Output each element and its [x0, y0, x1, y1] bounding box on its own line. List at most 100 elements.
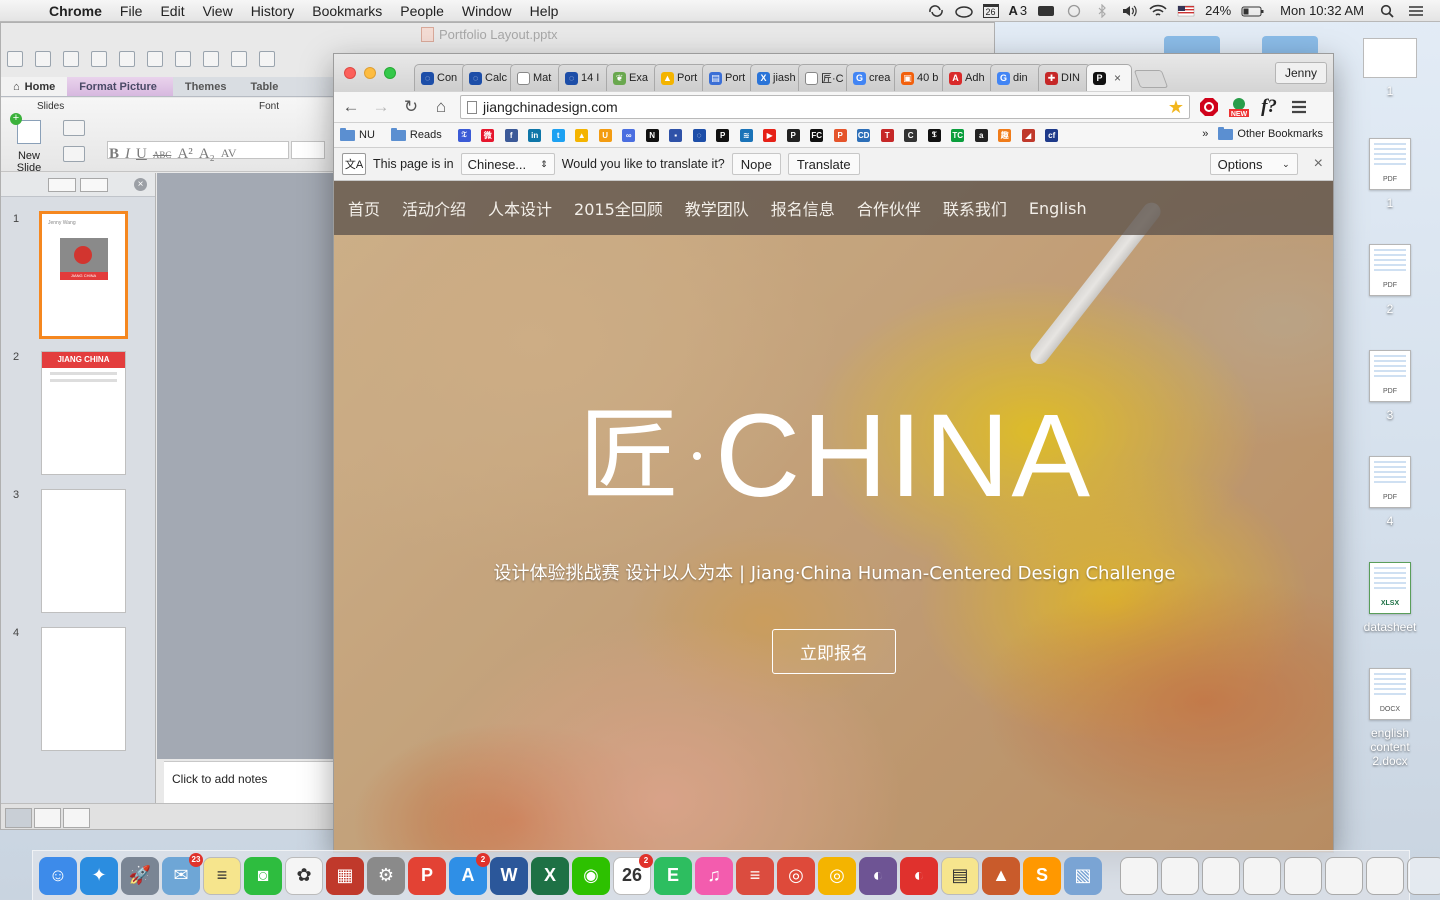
menu-people[interactable]: People — [391, 3, 453, 19]
mail-app-icon[interactable]: ✉ 23 — [162, 852, 203, 895]
time-machine-icon[interactable] — [1060, 4, 1088, 18]
battery-percent[interactable]: 24% — [1200, 3, 1236, 18]
ny-icon[interactable]: 𝕿 — [927, 128, 941, 142]
desktop-file[interactable]: PDF 3 — [1362, 350, 1418, 422]
battery-icon[interactable] — [1236, 4, 1270, 18]
photo-booth-app-icon[interactable]: ▦ — [326, 856, 364, 895]
browser-tab[interactable]: 匠·C — [798, 64, 851, 91]
desktop-file[interactable]: PDF 2 — [1362, 244, 1418, 316]
cs-icon[interactable]: C — [904, 128, 918, 142]
new-tab-button[interactable] — [1133, 70, 1169, 88]
browser-tab[interactable]: ◌ Calc — [462, 64, 515, 91]
address-bar[interactable]: jiangchinadesign.com ★ — [460, 95, 1190, 119]
other-bookmarks-folder[interactable]: Other Bookmarks — [1218, 126, 1323, 140]
outline-view-button[interactable] — [80, 177, 108, 192]
doc-stack-5-icon[interactable] — [1284, 856, 1322, 895]
presenter-view-button[interactable] — [63, 807, 90, 828]
browser-tab[interactable]: Mat — [510, 64, 563, 91]
mi-icon[interactable]: 趣 — [998, 128, 1012, 142]
bold-button[interactable]: B — [109, 146, 119, 164]
doc-stack-6-icon[interactable] — [1325, 856, 1363, 895]
fc-icon[interactable]: FC — [810, 128, 824, 142]
paste-icon[interactable] — [203, 51, 219, 67]
doc-stack-7-icon[interactable] — [1366, 856, 1404, 895]
browser-tab[interactable]: ❦ Exa — [606, 64, 659, 91]
weibo-icon[interactable]: 微 — [481, 128, 495, 142]
font-size-input[interactable] — [291, 141, 325, 159]
undo-icon[interactable] — [259, 51, 275, 67]
tab-table[interactable]: Table — [238, 77, 290, 96]
chrome-app-icon[interactable]: ◎ — [777, 856, 815, 895]
bookmark-star-icon[interactable]: ★ — [1168, 97, 1184, 118]
launchpad-app-icon[interactable]: 🚀 — [121, 856, 159, 895]
calendar-status-icon[interactable]: 26 — [978, 3, 1004, 18]
browser-tab[interactable]: ▤ Port — [702, 64, 755, 91]
close-tab-icon[interactable]: × — [1114, 71, 1121, 85]
sync-status-icon[interactable] — [922, 4, 950, 18]
stack-icon[interactable]: ≋ — [739, 128, 753, 142]
matlab-app-icon[interactable]: ▲ — [982, 856, 1020, 895]
app-store-app-icon[interactable]: A2 — [449, 852, 490, 895]
browser-tab[interactable]: ◌ Con — [414, 64, 467, 91]
nav-partners[interactable]: 合作伙伴 — [857, 196, 921, 220]
normal-view-button[interactable] — [5, 807, 32, 828]
safari-app-icon[interactable]: ✦ — [80, 856, 118, 895]
slide-thumbnail[interactable]: Jenny Wang JIANG CHINA — [39, 211, 128, 339]
facetime-app-icon[interactable]: ◙ — [244, 856, 282, 895]
new-extension-icon[interactable]: NEW — [1228, 96, 1250, 118]
adblock-extension-icon[interactable] — [1198, 96, 1220, 118]
nav-human-centered-design[interactable]: 人本设计 — [488, 196, 552, 220]
tab-themes[interactable]: Themes — [173, 77, 239, 96]
bookmark-folder-nu[interactable]: NU — [340, 127, 375, 141]
close-window-button[interactable] — [344, 67, 356, 79]
stickies-app-icon[interactable]: ▤ — [941, 856, 979, 895]
memory-icon[interactable] — [1032, 4, 1060, 18]
translate-options-select[interactable]: Options ⌄ — [1209, 153, 1298, 175]
slide-sorter-button[interactable] — [34, 807, 61, 828]
menu-file[interactable]: File — [111, 3, 152, 19]
notion-icon[interactable]: N — [645, 128, 659, 142]
notes-app-icon[interactable]: ≡ — [203, 856, 241, 895]
itunes-app-icon[interactable]: ♫ — [695, 856, 733, 895]
open-icon[interactable] — [63, 51, 79, 67]
preview-app-icon[interactable]: ▧ — [1064, 856, 1102, 895]
infinity-icon[interactable]: ∞ — [622, 128, 636, 142]
superscript-button[interactable]: A² — [177, 146, 192, 164]
youtube-icon[interactable]: ▶ — [763, 128, 777, 142]
browser-tab[interactable]: ◌ 14 I — [558, 64, 611, 91]
menu-view[interactable]: View — [194, 3, 242, 19]
format-painter-icon[interactable] — [231, 51, 247, 67]
nav-about-event[interactable]: 活动介绍 — [402, 196, 466, 220]
calendar-app-icon[interactable]: 26 2 — [613, 853, 653, 895]
wunderlist-app-icon[interactable]: ≡ — [736, 856, 774, 895]
chrome-menu-icon[interactable] — [1288, 96, 1310, 118]
browser-tab[interactable]: Gcrea — [846, 64, 899, 91]
register-now-button[interactable]: 立即报名 — [772, 629, 896, 674]
reload-icon[interactable]: ↻ — [400, 96, 422, 118]
cd-icon[interactable]: CD — [857, 128, 871, 142]
subscript-button[interactable]: A₂ — [199, 146, 215, 164]
slide-thumbnail[interactable] — [41, 627, 126, 751]
translate-button[interactable]: Translate — [787, 153, 860, 175]
cf-icon[interactable]: cf — [1045, 128, 1059, 142]
underline-button[interactable]: U — [136, 146, 147, 164]
slide-editor-area[interactable] — [157, 173, 335, 759]
menu-app-name[interactable]: Chrome — [40, 3, 111, 19]
input-source-flag-icon[interactable] — [1172, 4, 1200, 18]
volume-icon[interactable] — [1116, 4, 1144, 18]
wifi-icon[interactable] — [1144, 4, 1172, 18]
home-icon[interactable]: ⌂ — [430, 96, 452, 118]
desktop-file[interactable]: PDF 4 — [1362, 456, 1418, 528]
nav-contact[interactable]: 联系我们 — [943, 196, 1007, 220]
browser-tab[interactable]: Gdin — [990, 64, 1043, 91]
nope-button[interactable]: Nope — [731, 153, 781, 175]
menu-edit[interactable]: Edit — [151, 3, 193, 19]
browser-tab[interactable]: ▣ 40 b — [894, 64, 947, 91]
cap-icon[interactable]: ◢ — [1021, 128, 1035, 142]
save-icon[interactable] — [91, 51, 107, 67]
netease-music-app-icon[interactable]: ◐ — [900, 856, 938, 895]
excel-app-icon[interactable]: X — [531, 856, 569, 895]
desktop-file[interactable]: XLSX datasheet — [1362, 562, 1418, 634]
bookmarks-overflow-button[interactable]: » — [1202, 128, 1208, 140]
wps-app-icon[interactable]: P — [408, 856, 446, 895]
